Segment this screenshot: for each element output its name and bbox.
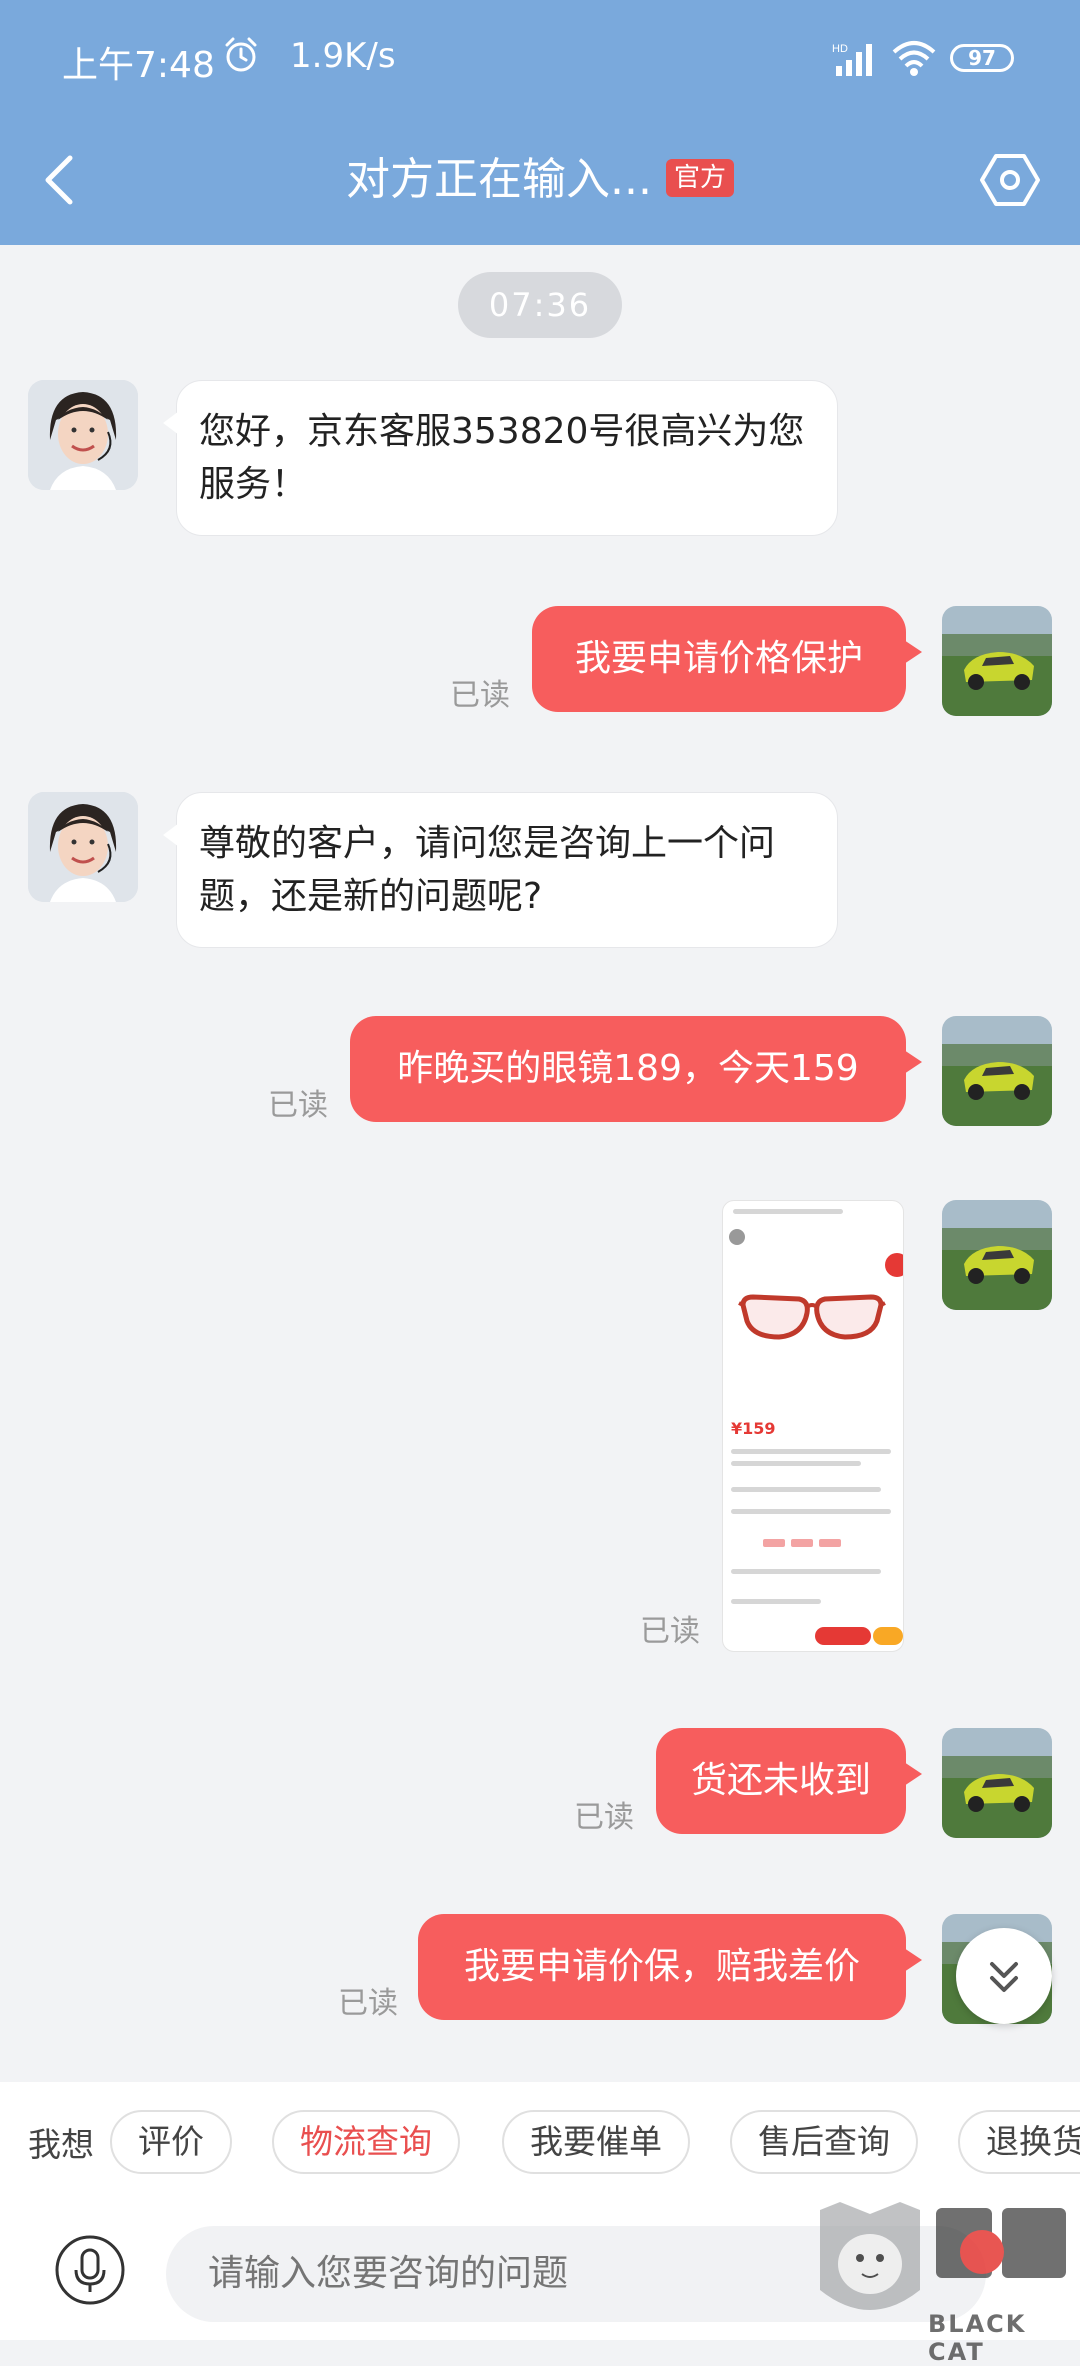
user-message-bubble: 我要申请价保，赔我差价 <box>418 1914 922 2020</box>
user-message-bubble: 昨晚买的眼镜189，今天159 <box>350 1016 922 1122</box>
mini-badge-icon <box>885 1253 903 1277</box>
read-status: 已读 <box>640 1614 700 1649</box>
battery-indicator: 97 <box>950 44 1014 72</box>
read-status: 已读 <box>450 678 510 713</box>
page-title: 对方正在输入... 官方 <box>0 150 1080 210</box>
mini-price: ¥159 <box>731 1419 776 1438</box>
watermark-logo: BLACK CAT <box>812 2194 1080 2366</box>
user-message-bubble: 货还未收到 <box>656 1728 922 1834</box>
chip-review[interactable]: 评价 <box>110 2110 232 2174</box>
product-screenshot-image[interactable]: ¥159 <box>722 1200 904 1652</box>
chip-urge-order[interactable]: 我要催单 <box>502 2110 690 2174</box>
message-text: 货还未收到 <box>690 1760 871 1801</box>
user-avatar[interactable] <box>942 1016 1052 1126</box>
status-time: 上午7:48 <box>62 45 215 86</box>
read-status: 已读 <box>574 1800 634 1835</box>
header: 上午7:48 1.9K/s HD 97 对方正在输入... 官方 <box>0 0 1080 245</box>
agent-message-bubble: 您好，京东客服353820号很高兴为您服务！ <box>163 380 838 536</box>
signal-icon: HD <box>832 43 872 76</box>
user-avatar[interactable] <box>942 1200 1052 1310</box>
official-badge: 官方 <box>665 159 734 197</box>
title-text: 对方正在输入... <box>346 154 652 205</box>
chat-timestamp: 07:36 <box>458 272 622 338</box>
read-status: 已读 <box>338 1986 398 2021</box>
mini-back-icon <box>729 1229 745 1245</box>
nav-bar: 对方正在输入... 官方 <box>0 120 1080 245</box>
user-avatar[interactable] <box>942 1728 1052 1838</box>
message-text: 我要申请价格保护 <box>574 638 863 679</box>
read-status: 已读 <box>268 1088 328 1123</box>
scroll-to-bottom-button[interactable] <box>956 1928 1052 2024</box>
alarm-icon <box>225 37 257 72</box>
message-text: 我要申请价保，赔我差价 <box>463 1946 860 1987</box>
message-text: 昨晚买的眼镜189，今天159 <box>397 1048 859 1089</box>
glasses-image <box>738 1294 886 1340</box>
user-avatar[interactable] <box>942 606 1052 716</box>
network-speed: 1.9K/s <box>290 36 396 76</box>
message-text: 尊敬的客户，请问您是咨询上一个问题，还是新的问题呢? <box>199 823 776 917</box>
user-message-bubble: 我要申请价格保护 <box>532 606 922 712</box>
agent-avatar[interactable] <box>28 792 138 902</box>
message-text: 您好，京东客服353820号很高兴为您服务！ <box>199 411 805 505</box>
agent-avatar[interactable] <box>28 380 138 490</box>
chip-return-exchange[interactable]: 退换货 <box>958 2110 1080 2174</box>
settings-hex-icon[interactable] <box>978 148 1042 212</box>
quick-actions-bar: 我想 评价 物流查询 我要催单 售后查询 退换货 <box>0 2082 1080 2204</box>
wifi-icon <box>892 41 936 76</box>
chevron-double-down-icon <box>990 1962 1018 1992</box>
chip-logistics[interactable]: 物流查询 <box>272 2110 460 2174</box>
network-type: HD <box>832 43 848 55</box>
status-bar: 上午7:48 1.9K/s HD 97 <box>0 0 1080 120</box>
microphone-icon[interactable] <box>54 2234 126 2306</box>
quick-actions-title: 我想 <box>28 2125 94 2164</box>
agent-message-bubble: 尊敬的客户，请问您是咨询上一个问题，还是新的问题呢? <box>163 792 838 948</box>
watermark-text: BLACK CAT <box>928 2310 1027 2366</box>
chip-after-sales[interactable]: 售后查询 <box>730 2110 918 2174</box>
